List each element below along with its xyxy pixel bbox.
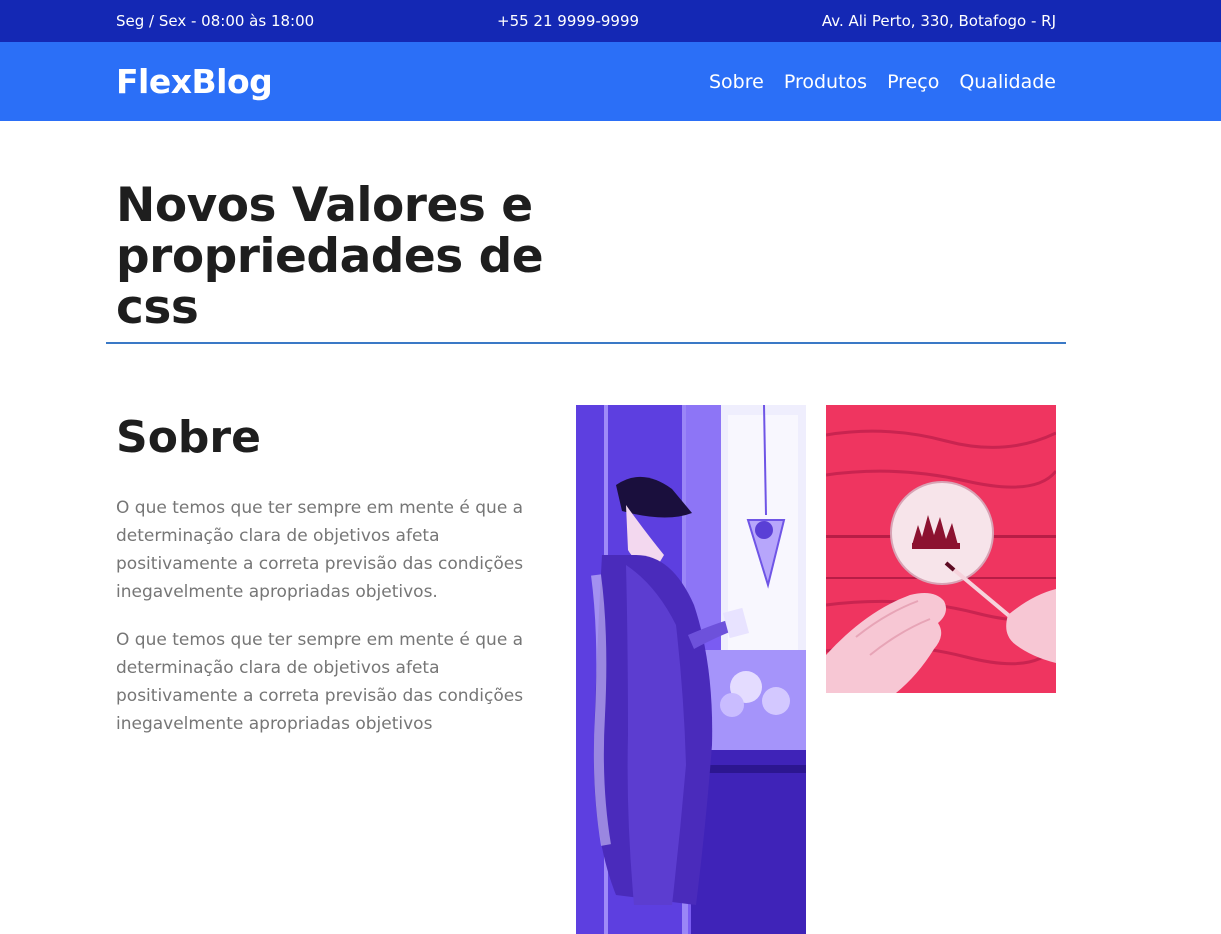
main-nav: Sobre Produtos Preço Qualidade (709, 70, 1056, 94)
about-paragraph: O que temos que ter sempre em mente é qu… (116, 498, 524, 602)
page-title: Novos Valores e propriedades de css (116, 178, 544, 335)
about-title: Sobre (116, 412, 261, 463)
section-divider (106, 342, 1066, 344)
opening-hours: Seg / Sex - 08:00 às 18:00 (116, 12, 315, 30)
woman-photo (576, 405, 806, 934)
phone-number: +55 21 9999-9999 (497, 12, 640, 30)
top-info-bar: Seg / Sex - 08:00 às 18:00 +55 21 9999-9… (0, 0, 1221, 42)
nav-link-qualidade[interactable]: Qualidade (959, 70, 1056, 94)
main-header: FlexBlog Sobre Produtos Preço Qualidade (0, 42, 1221, 121)
nav-link-produtos[interactable]: Produtos (784, 70, 867, 94)
nav-link-sobre[interactable]: Sobre (709, 70, 764, 94)
site-logo[interactable]: FlexBlog (116, 62, 273, 102)
woman-illustration (576, 405, 806, 934)
nav-link-preco[interactable]: Preço (887, 70, 939, 94)
painting-photo (826, 405, 1056, 693)
painting-illustration (826, 405, 1056, 693)
address: Av. Ali Perto, 330, Botafogo - RJ (821, 12, 1056, 30)
about-paragraph: O que temos que ter sempre em mente é qu… (116, 630, 524, 734)
